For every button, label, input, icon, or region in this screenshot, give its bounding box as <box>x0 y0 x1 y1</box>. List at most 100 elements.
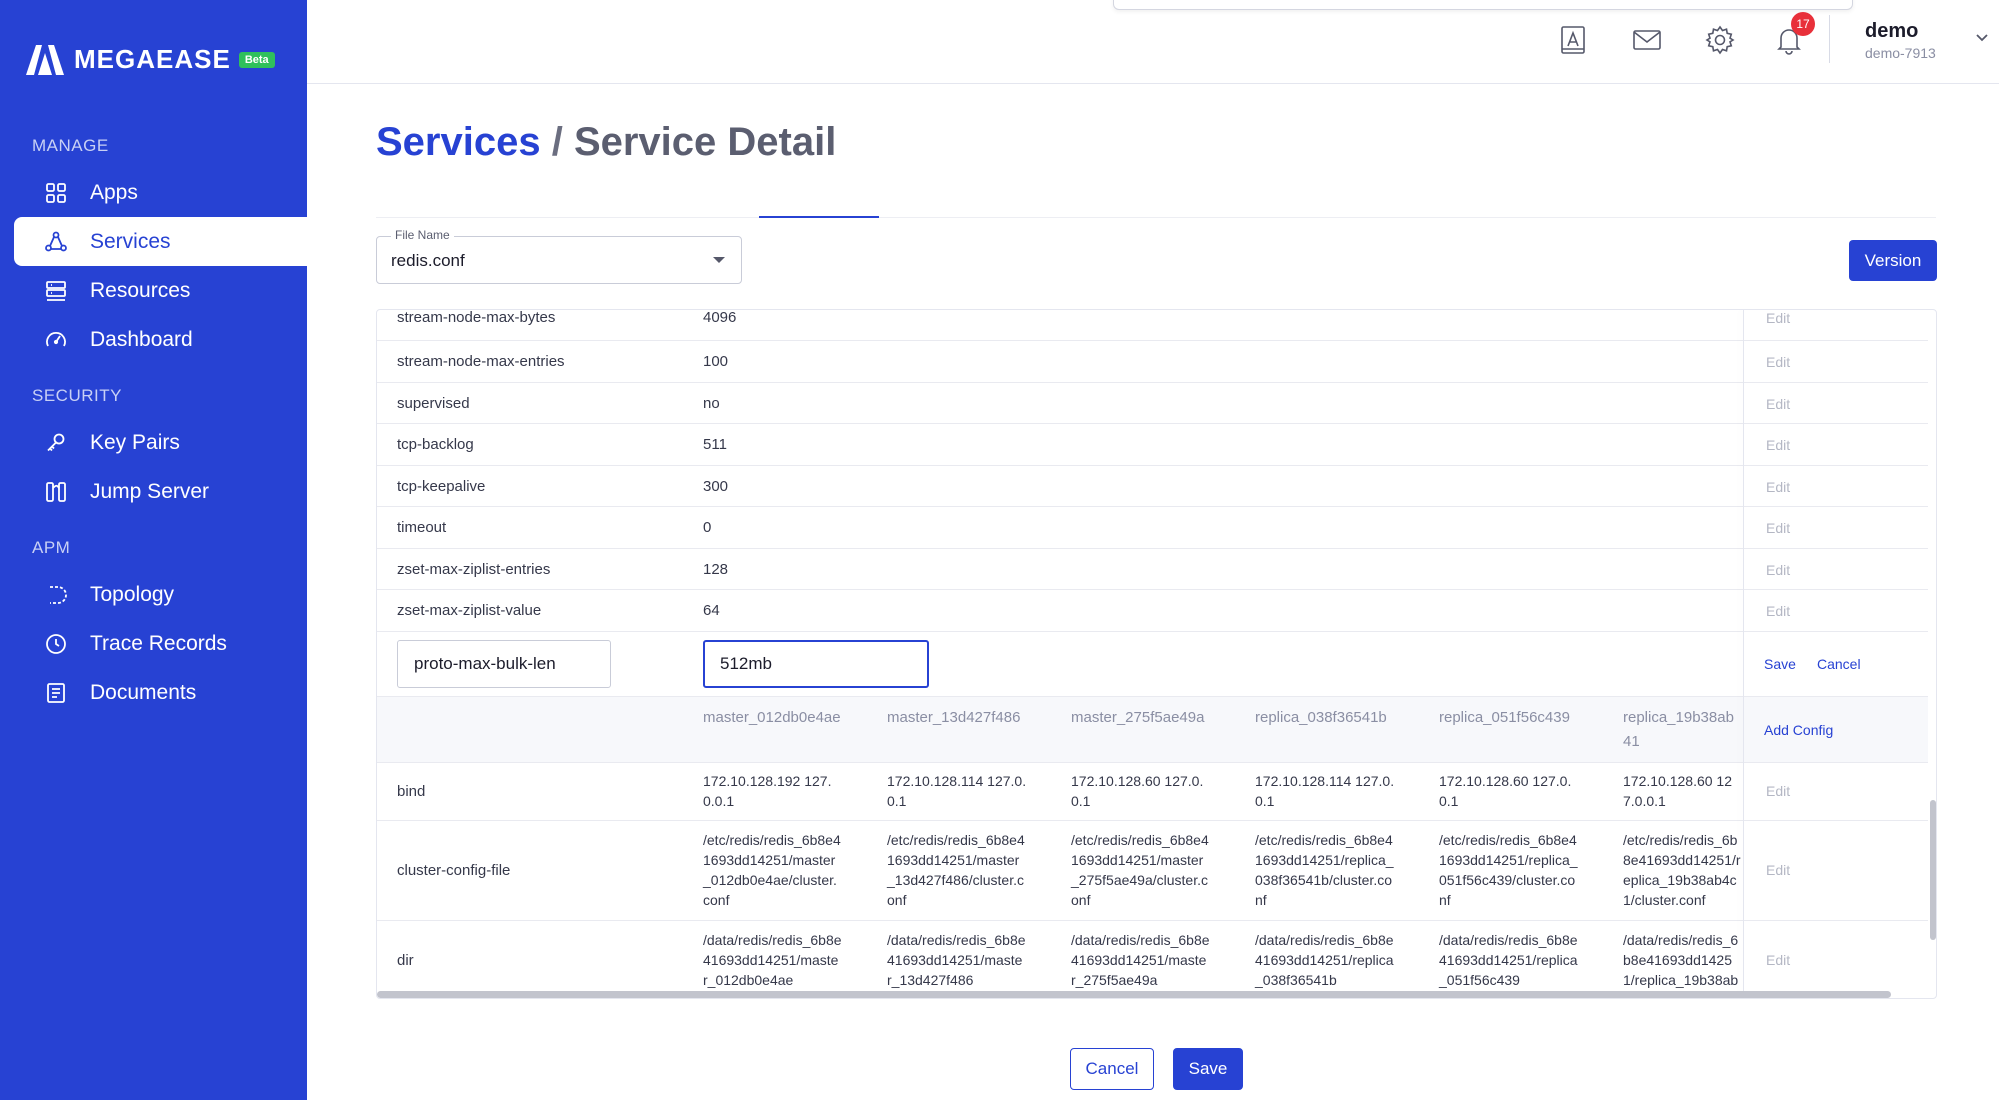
clock-icon <box>44 632 68 656</box>
breadcrumb-current: Service Detail <box>573 120 837 164</box>
edit-link[interactable]: Edit <box>1766 437 1790 453</box>
section-label-manage: MANAGE <box>32 136 109 155</box>
topbar-divider <box>1829 15 1830 63</box>
instance-value: /etc/redis/redis_6b8e41693dd14251/replic… <box>1623 832 1741 908</box>
column-header: replica_038f36541b <box>1255 709 1387 726</box>
edit-link[interactable]: Edit <box>1766 354 1790 370</box>
sidebar-item-dashboard[interactable]: Dashboard <box>14 315 307 364</box>
config-key: cluster-config-file <box>397 862 511 879</box>
app-root: MEGAEASE Beta MANAGE Apps Services Resou… <box>0 0 1999 1100</box>
sidebar-item-resources[interactable]: Resources <box>14 266 307 315</box>
config-key: tcp-backlog <box>397 436 474 453</box>
instance-value: /data/redis/redis_6b8e41693dd14251/repli… <box>1439 932 1578 988</box>
edit-config-row: Save Cancel <box>377 632 1928 697</box>
edit-link[interactable]: Edit <box>1766 520 1790 536</box>
edit-link[interactable]: Edit <box>1766 862 1790 878</box>
column-header: replica_051f56c439 <box>1439 709 1570 726</box>
table-row: stream-node-max-entries 100 Edit <box>377 341 1928 383</box>
instance-value: 172.10.128.114 127.0.0.1 <box>887 773 1027 809</box>
row-save-link[interactable]: Save <box>1764 656 1796 672</box>
grid-icon <box>44 181 68 205</box>
edit-link[interactable]: Edit <box>1766 310 1790 326</box>
column-header: master_275f5ae49a <box>1071 709 1205 726</box>
instance-value: /etc/redis/redis_6b8e41693dd14251/master… <box>1071 832 1209 908</box>
add-config-link[interactable]: Add Config <box>1764 722 1833 738</box>
instance-value: /etc/redis/redis_6b8e41693dd14251/replic… <box>1255 832 1394 908</box>
edit-link[interactable]: Edit <box>1766 603 1790 619</box>
table-row: tcp-backlog 511 Edit <box>377 424 1928 466</box>
table-row: cluster-config-file /etc/redis/redis_6b8… <box>377 821 1928 921</box>
sidebar-item-label: Resources <box>90 278 191 302</box>
config-key-input[interactable] <box>397 640 611 688</box>
sidebar-item-label: Jump Server <box>90 479 210 503</box>
table-row: stream-node-max-bytes 4096 Edit <box>377 309 1928 341</box>
config-key: stream-node-max-entries <box>397 353 565 370</box>
jump-server-icon <box>44 480 68 504</box>
sidebar-item-apps[interactable]: Apps <box>14 168 307 217</box>
edit-link[interactable]: Edit <box>1766 783 1790 799</box>
config-value: no <box>703 395 720 412</box>
table-row: timeout 0 Edit <box>377 507 1928 549</box>
caret-down-icon <box>713 257 725 263</box>
instance-value: 172.10.128.114 127.0.0.1 <box>1255 773 1395 809</box>
table-row: supervised no Edit <box>377 383 1928 424</box>
server-icon <box>44 279 68 303</box>
row-cancel-link[interactable]: Cancel <box>1817 656 1861 672</box>
config-value: 128 <box>703 561 729 578</box>
save-button[interactable]: Save <box>1173 1048 1243 1090</box>
cancel-button[interactable]: Cancel <box>1070 1048 1154 1090</box>
edit-link[interactable]: Edit <box>1766 479 1790 495</box>
sidebar-item-jump-server[interactable]: Jump Server <box>14 467 307 516</box>
active-tab-indicator <box>759 216 879 218</box>
sidebar-item-documents[interactable]: Documents <box>14 668 307 717</box>
vertical-scrollbar[interactable] <box>1930 800 1936 940</box>
translate-icon[interactable] <box>1555 22 1591 58</box>
breadcrumb-services-link[interactable]: Services <box>376 120 541 164</box>
dropdown-popup-edge <box>1113 0 1853 10</box>
column-header: master_012db0e4ae <box>703 709 841 726</box>
gauge-icon <box>44 328 68 352</box>
instance-value: 172.10.128.192 127.0.0.1 <box>703 773 832 809</box>
sidebar-item-key-pairs[interactable]: Key Pairs <box>14 418 307 467</box>
bell-icon[interactable]: 17 <box>1771 12 1815 58</box>
edit-link[interactable]: Edit <box>1766 562 1790 578</box>
sidebar-item-topology[interactable]: Topology <box>14 570 307 619</box>
brand-logo[interactable]: MEGAEASE Beta <box>26 44 275 75</box>
edit-link[interactable]: Edit <box>1766 396 1790 412</box>
config-key: tcp-keepalive <box>397 478 486 495</box>
user-name: demo <box>1865 20 1919 42</box>
document-icon <box>44 681 68 705</box>
edit-link[interactable]: Edit <box>1766 952 1790 968</box>
gear-icon[interactable] <box>1702 22 1738 58</box>
sidebar: MEGAEASE Beta MANAGE Apps Services Resou… <box>0 0 307 1100</box>
config-table: stream-node-max-bytes 4096 Edit stream-n… <box>376 309 1937 999</box>
config-value: 100 <box>703 353 729 370</box>
sidebar-item-trace-records[interactable]: Trace Records <box>14 619 307 668</box>
instance-header-row: master_012db0e4ae master_13d427f486 mast… <box>377 697 1928 763</box>
sidebar-item-services[interactable]: Services <box>14 217 307 266</box>
sidebar-item-label: Services <box>90 229 171 253</box>
instance-value: 172.10.128.60 127.0.0.1 <box>1071 773 1204 809</box>
mail-icon[interactable] <box>1629 22 1665 58</box>
sidebar-item-label: Documents <box>90 680 197 704</box>
file-name-select[interactable]: File Name redis.conf <box>376 228 742 284</box>
services-icon <box>44 230 68 254</box>
user-menu[interactable]: demo demo-7913 <box>1865 20 1936 61</box>
horizontal-scrollbar[interactable] <box>377 991 1891 998</box>
section-label-apm: APM <box>32 538 71 557</box>
config-key: dir <box>397 952 414 969</box>
instance-value: /data/redis/redis_6b8e41693dd14251/repli… <box>1255 932 1394 988</box>
config-key: zset-max-ziplist-entries <box>397 561 551 578</box>
config-value: 300 <box>703 478 729 495</box>
config-value-input[interactable] <box>703 640 929 688</box>
sidebar-item-label: Dashboard <box>90 327 193 351</box>
key-icon <box>44 431 68 455</box>
chevron-down-icon[interactable] <box>1973 28 1991 46</box>
sidebar-item-label: Key Pairs <box>90 430 180 454</box>
section-label-security: SECURITY <box>32 386 122 405</box>
instance-value: /data/redis/redis_6b8e41693dd14251/repli… <box>1623 932 1739 998</box>
version-button[interactable]: Version <box>1849 240 1937 281</box>
config-value: 4096 <box>703 309 737 326</box>
actions-column-divider <box>1743 310 1744 998</box>
top-bar: 17 demo demo-7913 <box>307 0 1999 84</box>
